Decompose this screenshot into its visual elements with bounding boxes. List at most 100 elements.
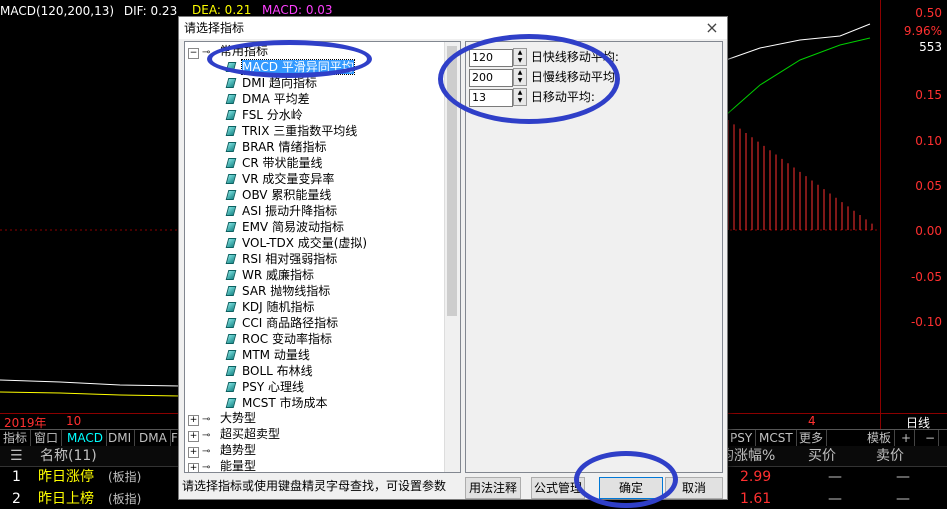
tab-more[interactable]: 更多	[796, 430, 828, 446]
indicator-label: BRAR 情绪指标	[242, 140, 327, 154]
tree-group-label: 大势型	[220, 411, 257, 425]
indicator-label: VOL-TDX 成交量(虚拟)	[242, 236, 368, 250]
indicator-icon	[225, 366, 237, 376]
expand-icon[interactable]: +	[188, 415, 199, 426]
indicator-icon	[225, 78, 237, 88]
row-change: 2.99	[740, 469, 772, 485]
collapse-icon[interactable]: −	[188, 48, 199, 59]
indicator-label: KDJ 随机指标	[242, 300, 315, 314]
indicator-icon	[225, 382, 237, 392]
row-buy: —	[828, 469, 842, 485]
col-buy[interactable]: 买价	[808, 446, 836, 466]
tab-mcst[interactable]: MCST	[756, 430, 797, 446]
tab-template[interactable]: 模板	[864, 430, 896, 446]
indicator-label: WR 威廉指标	[242, 268, 315, 282]
y-tick: 0.05	[915, 179, 942, 193]
indicator-icon	[225, 286, 237, 296]
y-tick: 0.50	[915, 6, 942, 20]
y-axis: 0.50 9.96% 553 0.15 0.10 0.05 0.00 -0.05…	[880, 0, 947, 430]
indicator-item[interactable]: PSY 心理线	[225, 379, 304, 395]
indicator-label: SAR 抛物线指标	[242, 284, 331, 298]
indicator-label: TRIX 三重指数平均线	[242, 124, 358, 138]
indicator-item[interactable]: BOLL 布林线	[225, 363, 313, 379]
annotation-circle	[207, 40, 372, 78]
y-tick: 0.10	[915, 134, 942, 148]
tab-macd[interactable]: MACD	[64, 430, 107, 446]
tree-group-trend[interactable]: + ⊸ 趋势型	[188, 442, 256, 458]
indicator-label: MTM 动量线	[242, 348, 310, 362]
indicator-item[interactable]: WR 威廉指标	[225, 267, 315, 283]
tab-indicator[interactable]: 指标	[0, 430, 32, 446]
row-sell: —	[896, 469, 910, 485]
indicator-item[interactable]: DMA 平均差	[225, 91, 310, 107]
indicator-icon	[225, 142, 237, 152]
indicator-item[interactable]: SAR 抛物线指标	[225, 283, 331, 299]
row-index: 1	[12, 469, 21, 485]
tab-dma[interactable]: DMA	[136, 430, 171, 446]
y-tick: 0.00	[915, 224, 942, 238]
indicator-item[interactable]: BRAR 情绪指标	[225, 139, 327, 155]
tree-group-energy[interactable]: + ⊸ 能量型	[188, 458, 256, 472]
indicator-label: DMA 平均差	[242, 92, 310, 106]
expand-icon[interactable]: +	[188, 463, 199, 472]
y-tick: 553	[919, 40, 942, 54]
indicator-label: PSY 心理线	[242, 380, 304, 394]
indicator-item[interactable]: VOL-TDX 成交量(虚拟)	[225, 235, 368, 251]
indicator-item[interactable]: VR 成交量变异率	[225, 171, 334, 187]
indicator-icon	[225, 270, 237, 280]
indicator-icon	[225, 350, 237, 360]
expand-icon[interactable]: +	[188, 447, 199, 458]
indicator-icon	[225, 302, 237, 312]
row-name: 昨日涨停	[38, 469, 94, 485]
indicator-icon	[225, 238, 237, 248]
indicator-icon	[225, 206, 237, 216]
indicator-item[interactable]: CCI 商品路径指标	[225, 315, 339, 331]
row-change: 1.61	[740, 491, 772, 507]
tab-dmi[interactable]: DMI	[105, 430, 136, 446]
annotation-circle	[438, 34, 620, 124]
y-tick: 9.96%	[903, 24, 942, 38]
indicator-icon	[225, 398, 237, 408]
indicator-label: EMV 简易波动指标	[242, 220, 344, 234]
indicator-item[interactable]: MTM 动量线	[225, 347, 310, 363]
y-tick: 0.15	[915, 88, 942, 102]
dialog-title: 请选择指标	[179, 17, 727, 39]
tree-group-overbought[interactable]: + ⊸ 超买超卖型	[188, 426, 280, 442]
remove-tab-button[interactable]: −	[922, 430, 940, 446]
indicator-icon	[225, 190, 237, 200]
indicator-item[interactable]: TRIX 三重指数平均线	[225, 123, 358, 139]
indicator-item[interactable]: FSL 分水岭	[225, 107, 303, 123]
indicator-item[interactable]: OBV 累积能量线	[225, 187, 332, 203]
add-tab-button[interactable]: +	[898, 430, 916, 446]
indicator-label: RSI 相对强弱指标	[242, 252, 338, 266]
close-icon[interactable]: ×	[703, 19, 721, 37]
col-name[interactable]: 名称(11)	[40, 446, 97, 466]
indicator-item[interactable]: EMV 简易波动指标	[225, 219, 344, 235]
menu-icon[interactable]: ☰	[10, 446, 23, 466]
status-text: 请选择指标或使用键盘精灵字母查找，可设置参数	[182, 479, 447, 493]
indicator-item[interactable]: RSI 相对强弱指标	[225, 251, 338, 267]
indicator-label: DMI 趋向指标	[242, 76, 317, 90]
indicator-item[interactable]: CR 带状能量线	[225, 155, 323, 171]
tab-window[interactable]: 窗口	[31, 430, 63, 446]
tab-psy[interactable]: PSY	[727, 430, 757, 446]
annotation-circle	[574, 451, 678, 508]
indicator-label: MCST 市场成本	[242, 396, 328, 410]
col-sell[interactable]: 卖价	[876, 446, 904, 466]
tree-group-label: 超买超卖型	[220, 427, 281, 441]
indicator-label: CCI 商品路径指标	[242, 316, 339, 330]
tree-group-market[interactable]: + ⊸ 大势型	[188, 410, 256, 426]
indicator-item[interactable]: ASI 振动升降指标	[225, 203, 337, 219]
indicator-icon	[225, 126, 237, 136]
row-index: 2	[12, 491, 21, 507]
indicator-item[interactable]: KDJ 随机指标	[225, 299, 315, 315]
indicator-label: OBV 累积能量线	[242, 188, 332, 202]
col-change[interactable]: 均涨幅%	[720, 446, 775, 466]
row-tag: (板指)	[108, 470, 142, 484]
usage-notes-button[interactable]: 用法注释	[465, 477, 521, 499]
expand-icon[interactable]: +	[188, 431, 199, 442]
row-tag: (板指)	[108, 492, 142, 506]
indicator-item[interactable]: ROC 变动率指标	[225, 331, 332, 347]
indicator-item[interactable]: MCST 市场成本	[225, 395, 328, 411]
indicator-label: FSL 分水岭	[242, 108, 303, 122]
